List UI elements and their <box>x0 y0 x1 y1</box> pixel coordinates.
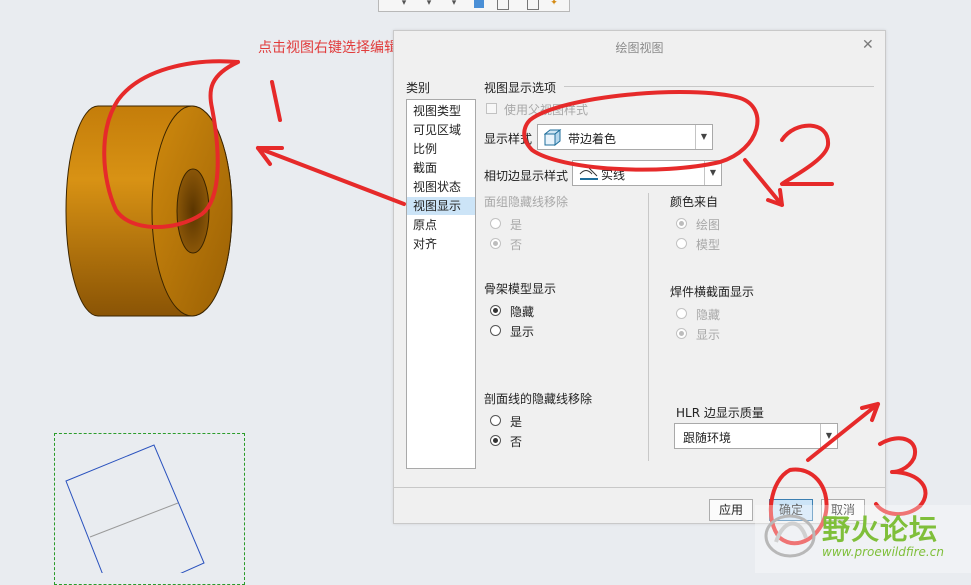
watermark-logo-icon <box>764 514 816 558</box>
annotation-number-1: 1 <box>268 74 286 107</box>
watermark-text: 野火论坛 <box>822 513 939 546</box>
red-annotations <box>102 59 928 546</box>
annotation-number-2: 2 <box>784 126 809 172</box>
annotation-number-3: 3 <box>876 430 901 476</box>
watermark-url: www.proewildfire.cn <box>822 545 944 559</box>
